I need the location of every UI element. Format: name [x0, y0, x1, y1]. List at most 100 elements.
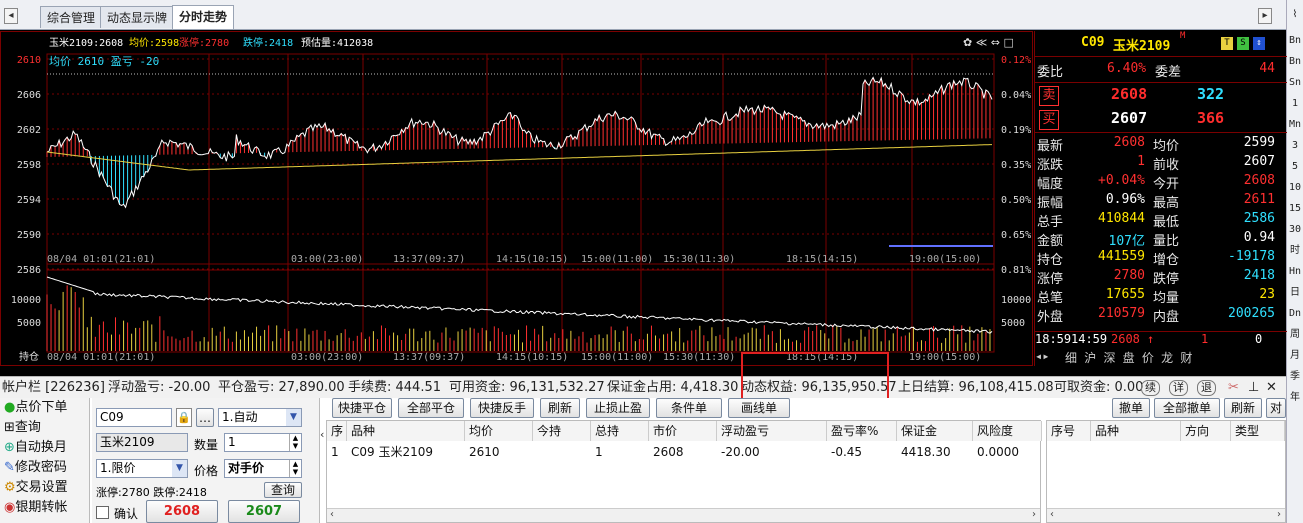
buy-price[interactable]: 2607 — [1111, 109, 1147, 127]
nav-change-password[interactable]: ✎修改密码 — [0, 458, 89, 478]
nav-query[interactable]: ⊞查询 — [0, 418, 89, 438]
sell-button[interactable]: 2608 — [146, 500, 218, 523]
scroll-left-icon[interactable]: ‹ — [330, 509, 334, 521]
vol-label: 持仓 — [19, 350, 39, 363]
period-button[interactable]: 15 — [1287, 198, 1303, 219]
price-stepper[interactable]: ▲ ▼ — [289, 460, 301, 477]
tab-scroll-left-icon[interactable]: ◂ — [4, 8, 18, 24]
tab-dynamic-board[interactable]: 动态显示牌 — [100, 6, 175, 28]
table-cell[interactable]: 2610 — [465, 442, 533, 462]
t-icon[interactable]: T — [1221, 37, 1233, 50]
column-header[interactable]: 方向 — [1181, 421, 1231, 441]
column-header[interactable]: 总持 — [591, 421, 649, 441]
nav-point-order[interactable]: ●点价下单 — [0, 398, 89, 418]
condition-order-button[interactable]: 条件单 — [656, 398, 722, 418]
column-header[interactable]: 盈亏率% — [827, 421, 897, 441]
column-header[interactable]: 品种 — [1091, 421, 1181, 441]
column-header[interactable]: 市价 — [649, 421, 717, 441]
nav-auto-roll[interactable]: ⊕自动换月 — [0, 438, 89, 458]
tab-intraday[interactable]: 分时走势 — [172, 5, 235, 29]
code-input[interactable]: C09 — [96, 408, 172, 427]
nav-bank-transfer[interactable]: ◉银期转帐 — [0, 498, 89, 518]
table-cell[interactable]: -0.45 — [827, 442, 897, 462]
tools-icon[interactable]: ✂ — [1228, 377, 1239, 399]
horizontal-scrollbar[interactable]: ‹ › — [1047, 508, 1285, 522]
table-cell[interactable]: 4418.30 — [897, 442, 973, 462]
line-order-button[interactable]: 画线单 — [728, 398, 790, 418]
period-button[interactable]: 5 — [1287, 156, 1303, 177]
quick-close-button[interactable]: 快捷平仓 — [332, 398, 392, 418]
s-icon[interactable]: S — [1237, 37, 1249, 50]
column-header[interactable]: 今持 — [533, 421, 591, 441]
table-cell[interactable] — [533, 442, 591, 462]
table-cell[interactable]: 0.0000 — [973, 442, 1042, 462]
detail-button[interactable]: 详 — [1169, 380, 1188, 396]
quick-reverse-button[interactable]: 快捷反手 — [470, 398, 534, 418]
close-icon[interactable]: ✕ — [1266, 377, 1277, 399]
period-button[interactable]: Bn — [1287, 51, 1303, 72]
period-button[interactable]: Mn — [1287, 114, 1303, 135]
chevron-down-icon[interactable]: ▼ — [286, 409, 301, 426]
query-button[interactable]: 查询 — [264, 482, 302, 498]
period-button[interactable]: Dn — [1287, 303, 1303, 324]
period-button[interactable]: 月 — [1287, 345, 1303, 366]
period-button[interactable]: 周 — [1287, 324, 1303, 345]
more-button[interactable]: … — [196, 408, 214, 427]
column-header[interactable]: 风险度 — [973, 421, 1042, 441]
tab-scroll-right-icon[interactable]: ▸ — [1258, 8, 1272, 24]
table-cell[interactable]: 1 — [327, 442, 347, 462]
qty-stepper[interactable]: ▲ ▼ — [289, 434, 301, 451]
table-cell[interactable]: -20.00 — [717, 442, 827, 462]
buy-button[interactable]: 2607 — [228, 500, 300, 523]
quote-subtabs[interactable]: 细 沪 深 盘 价 龙 财 — [1065, 349, 1192, 366]
column-header[interactable]: 序号 — [1047, 421, 1091, 441]
column-header[interactable]: 均价 — [465, 421, 533, 441]
orders-more-button[interactable]: 对 — [1266, 398, 1286, 418]
lock-icon[interactable]: 🔒 — [176, 408, 192, 427]
x-tick-label: 03:00(23:00) — [291, 254, 363, 265]
scroll-right-icon[interactable]: › — [1277, 509, 1281, 521]
up-down-icon[interactable]: ⇕ — [1253, 37, 1265, 50]
sell-price[interactable]: 2608 — [1111, 85, 1147, 103]
period-button[interactable]: 3 — [1287, 135, 1303, 156]
period-button[interactable]: Bn — [1287, 30, 1303, 51]
column-header[interactable]: 品种 — [347, 421, 465, 441]
scroll-left-icon[interactable]: ‹ — [1050, 509, 1054, 521]
period-button[interactable]: 日 — [1287, 282, 1303, 303]
column-header[interactable]: 保证金 — [897, 421, 973, 441]
close-all-button[interactable]: 全部平仓 — [398, 398, 464, 418]
period-button[interactable]: 1 — [1287, 93, 1303, 114]
table-cell[interactable]: 2608 — [649, 442, 717, 462]
column-header[interactable]: 序 — [327, 421, 347, 441]
tab-overview[interactable]: 综合管理 — [40, 6, 103, 28]
stop-loss-button[interactable]: 止损止盈 — [586, 398, 650, 418]
period-button[interactable]: Hn — [1287, 261, 1303, 282]
nav-trade-settings[interactable]: ⚙交易设置 — [0, 478, 89, 498]
period-button[interactable]: Sn — [1287, 72, 1303, 93]
chart-type-icon[interactable]: ⌇ — [1287, 0, 1303, 30]
period-button[interactable]: 时 — [1287, 240, 1303, 261]
chevron-down-icon[interactable]: ▼ — [172, 460, 187, 477]
exit-button[interactable]: 退 — [1197, 380, 1216, 396]
bank-button[interactable]: 续 — [1141, 380, 1160, 396]
period-button[interactable]: 季 — [1287, 366, 1303, 387]
period-button[interactable]: 10 — [1287, 177, 1303, 198]
column-header[interactable]: 类型 — [1231, 421, 1285, 441]
quote-scroll-icon[interactable]: ◂▸ — [1035, 349, 1049, 363]
period-button[interactable]: 30 — [1287, 219, 1303, 240]
column-header[interactable]: 浮动盈亏 — [717, 421, 827, 441]
refresh-button[interactable]: 刷新 — [540, 398, 580, 418]
intraday-chart[interactable]: 玉米2109:2608 均价:2598 涨停:2780 跌停:2418 预估量:4120… — [0, 31, 1033, 366]
collapse-icon[interactable]: ‹ — [320, 428, 324, 441]
table-cell[interactable]: C09 玉米2109 — [347, 442, 465, 462]
period-button[interactable]: 年 — [1287, 387, 1303, 408]
table-cell[interactable]: 1 — [591, 442, 649, 462]
cancel-all-button[interactable]: 全部撤单 — [1154, 398, 1220, 418]
cancel-order-button[interactable]: 撤单 — [1112, 398, 1150, 418]
orders-refresh-button[interactable]: 刷新 — [1224, 398, 1262, 418]
horizontal-scrollbar[interactable]: ‹ › — [327, 508, 1040, 522]
confirm-checkbox[interactable] — [96, 506, 109, 519]
scroll-right-icon[interactable]: › — [1032, 509, 1036, 521]
stat-value: 107亿 — [1108, 234, 1145, 249]
pin-icon[interactable]: ⊥ — [1248, 377, 1259, 399]
